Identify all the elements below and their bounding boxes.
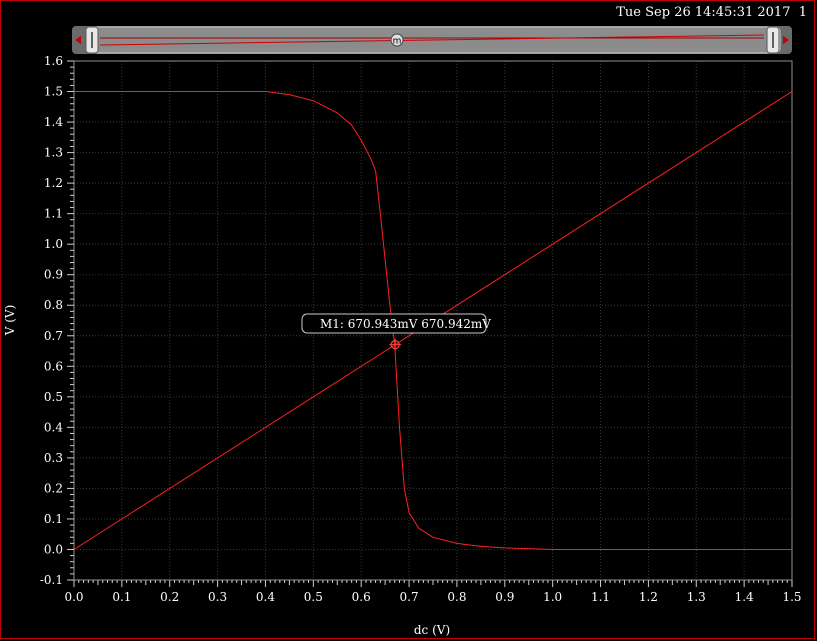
y-tick-label: 1.3 [44, 146, 63, 160]
x-tick-label: 1.1 [591, 590, 610, 604]
x-tick-label: 0.5 [304, 590, 323, 604]
y-tick-label: 0.6 [44, 359, 63, 373]
y-tick-label: 0.7 [44, 329, 63, 343]
x-tick-label: 0.1 [112, 590, 131, 604]
y-tick-label: 0.0 [44, 542, 63, 556]
y-tick-label: 1.5 [44, 85, 63, 99]
y-tick-label: 0.5 [44, 390, 63, 404]
x-tick-label: 1.4 [735, 590, 754, 604]
x-tick-label: 0.9 [495, 590, 514, 604]
waveform-plot[interactable]: 0.0 0.1 0.2 0.3 0.4 0.5 0.6 0.7 0.8 0.9 1.0 1.1 1.2 1… [0, 0, 817, 641]
y-tick-label: 1.4 [44, 115, 63, 129]
marker-layer: M1: 670.943mV 670.942mV [301, 313, 491, 351]
x-tick-label: 0.3 [208, 590, 227, 604]
y-tick-label: -0.1 [40, 573, 63, 587]
y-tick-label: 1.6 [44, 54, 63, 68]
y-tick-label: 1.2 [44, 176, 63, 190]
y-tick-label: 0.3 [44, 451, 63, 465]
x-tick-label: 1.3 [687, 590, 706, 604]
x-tick-label: 0.7 [400, 590, 419, 604]
x-tick-label: 0.6 [352, 590, 371, 604]
x-tick-label: 0.4 [256, 590, 275, 604]
x-tick-label: 1.0 [543, 590, 562, 604]
x-axis-label: dc (V) [414, 623, 450, 637]
y-tick-label: 0.1 [44, 512, 63, 526]
y-axis-label: V (V) [3, 305, 17, 337]
y-tick-label: 0.8 [44, 298, 63, 312]
y-tick-label: 0.9 [44, 268, 63, 282]
y-tick-label: 0.4 [44, 420, 63, 434]
x-tick-label: 1.2 [639, 590, 658, 604]
x-tick-label: 1.5 [782, 590, 801, 604]
x-tick-label: 0.2 [160, 590, 179, 604]
x-tick-label: 0.0 [64, 590, 83, 604]
y-tick-label: 1.1 [44, 207, 63, 221]
marker-label-text: M1: 670.943mV 670.942mV [320, 317, 491, 331]
y-tick-label: 1.0 [44, 237, 63, 251]
x-tick-label: 0.8 [447, 590, 466, 604]
y-tick-label: 0.2 [44, 481, 63, 495]
